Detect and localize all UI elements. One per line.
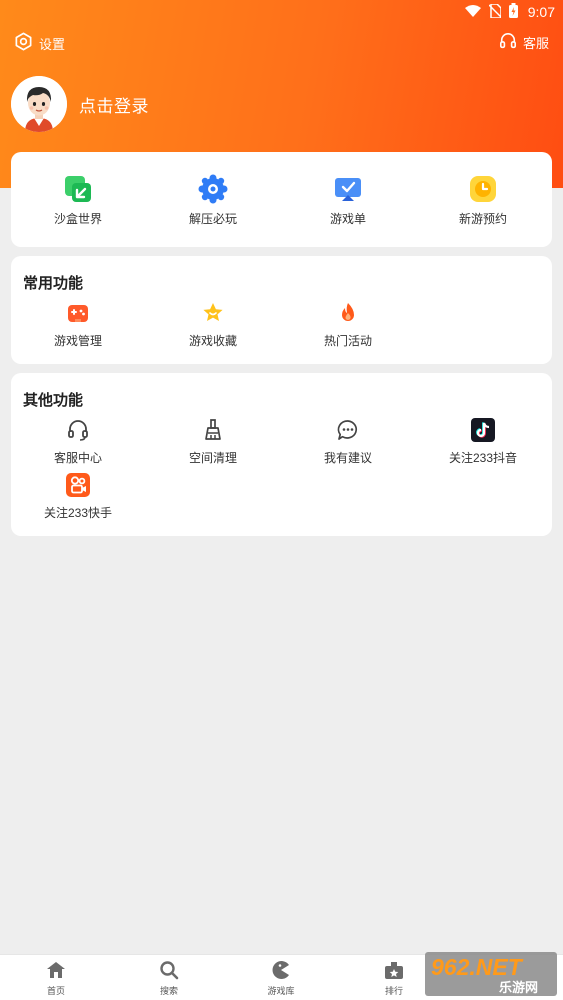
quick-item-label: 解压必玩 — [188, 212, 237, 226]
watermark-text-bottom: 乐游网 — [499, 980, 538, 996]
no-sim-icon — [488, 2, 502, 21]
nav-home[interactable]: 首页 — [11, 959, 101, 997]
quick-item-new-game[interactable]: 新游预约 — [416, 174, 550, 227]
other-item-follow-douyin[interactable]: 关注233抖音 — [416, 417, 550, 466]
tiktok-icon — [468, 417, 498, 443]
login-label: 点击登录 — [79, 96, 149, 116]
ranking-icon — [382, 959, 406, 981]
login-entry[interactable]: 点击登录 — [11, 76, 149, 132]
service-label: 客服 — [522, 36, 549, 51]
headset-icon — [499, 32, 517, 53]
common-item-game-favorites[interactable]: 游戏收藏 — [146, 300, 280, 349]
quick-item-label: 游戏单 — [329, 212, 366, 226]
watermark-logo: 962.NET 乐游网 — [425, 952, 557, 996]
quick-item-label: 新游预约 — [458, 212, 507, 226]
top-bar: 设置 客服 — [0, 32, 563, 54]
common-functions-card: 常用功能 游戏管理 游戏收藏 热门活动 — [11, 256, 552, 364]
fire-icon — [333, 300, 363, 326]
gamepad-icon — [63, 300, 93, 326]
other-functions-card: 其他功能 客服中心 空间清理 我有建议 关注233抖音 关注233快手 — [11, 373, 552, 536]
nav-label: 首页 — [46, 986, 65, 996]
settings-label: 设置 — [39, 36, 66, 52]
common-item-hot-events[interactable]: 热门活动 — [281, 300, 415, 349]
sandbox-icon — [63, 174, 93, 204]
settings-button[interactable]: 设置 — [14, 32, 65, 54]
customer-service-button[interactable]: 客服 — [499, 32, 549, 53]
game-list-icon — [333, 174, 363, 204]
other-item-customer-center[interactable]: 客服中心 — [11, 417, 145, 466]
watermark-text-top: 962.NET — [431, 954, 524, 980]
quick-item-sandbox[interactable]: 沙盒世界 — [11, 174, 145, 227]
chat-bubble-icon — [333, 417, 363, 443]
decompress-icon — [198, 174, 228, 204]
other-item-label: 我有建议 — [323, 451, 372, 465]
search-icon — [157, 959, 181, 981]
common-item-label: 热门活动 — [323, 334, 372, 348]
avatar — [11, 76, 67, 132]
status-bar: 9:07 — [464, 0, 563, 24]
broom-icon — [198, 417, 228, 443]
status-time: 9:07 — [527, 4, 555, 20]
other-functions-title: 其他功能 — [23, 392, 84, 409]
star-icon — [198, 300, 228, 326]
new-game-reservation-icon — [468, 174, 498, 204]
common-item-game-management[interactable]: 游戏管理 — [11, 300, 145, 349]
nav-game-library[interactable]: 游戏库 — [236, 959, 326, 997]
battery-icon — [508, 3, 518, 21]
other-item-label: 关注233抖音 — [448, 451, 518, 465]
settings-icon — [14, 32, 33, 54]
kuaishou-icon — [63, 472, 93, 498]
other-item-suggestion[interactable]: 我有建议 — [281, 417, 415, 466]
quick-entry-card: 沙盒世界 解压必玩 游戏单 新游预约 — [11, 152, 552, 247]
other-item-space-cleanup[interactable]: 空间清理 — [146, 417, 280, 466]
home-icon — [44, 959, 68, 981]
quick-item-decompress[interactable]: 解压必玩 — [146, 174, 280, 227]
nav-search[interactable]: 搜索 — [124, 959, 214, 997]
other-item-label: 空间清理 — [188, 451, 237, 465]
wifi-icon — [464, 4, 481, 20]
quick-item-label: 沙盒世界 — [53, 212, 102, 226]
common-item-label: 游戏收藏 — [188, 334, 237, 348]
other-item-label: 客服中心 — [53, 451, 102, 465]
game-library-icon — [269, 959, 293, 981]
other-item-label: 关注233快手 — [43, 506, 113, 520]
common-item-label: 游戏管理 — [53, 334, 102, 348]
quick-item-game-list[interactable]: 游戏单 — [281, 174, 415, 227]
headset-icon — [63, 417, 93, 443]
nav-label: 游戏库 — [267, 986, 295, 996]
nav-label: 搜索 — [159, 986, 178, 996]
other-item-follow-kuaishou[interactable]: 关注233快手 — [11, 472, 145, 521]
common-functions-title: 常用功能 — [23, 275, 84, 292]
